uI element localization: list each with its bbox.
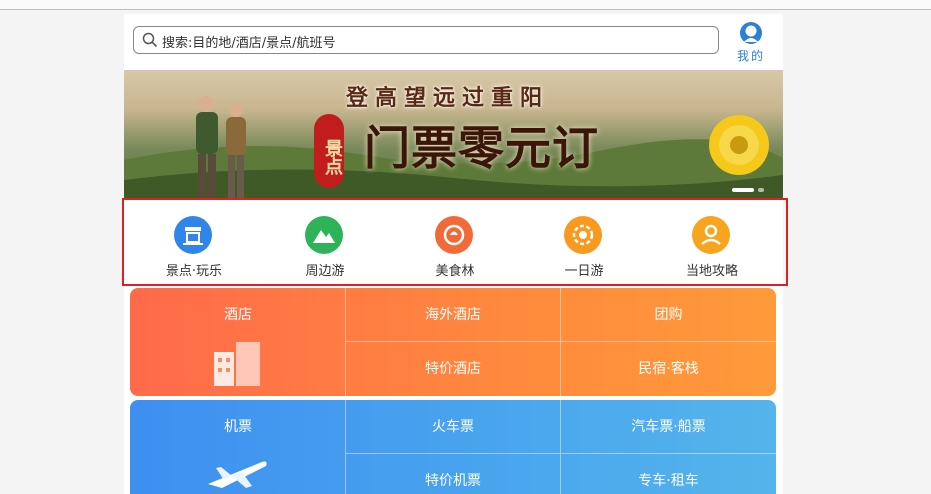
banner-title: 门票零元订: [364, 121, 599, 175]
highlight-box: [122, 198, 788, 286]
mine-label: 我的: [736, 49, 765, 63]
train-ticket-button[interactable]: 火车票: [346, 400, 561, 454]
chrysanthemum-illustration: [709, 115, 769, 175]
special-flight-button[interactable]: 特价机票: [346, 454, 561, 494]
search-input[interactable]: 搜索:目的地/酒店/景点/航班号: [133, 26, 719, 54]
hotel-button[interactable]: 酒店: [130, 288, 346, 396]
banner-subtitle: 登高望远过重阳: [346, 86, 550, 111]
user-avatar-icon: [740, 22, 762, 44]
header-bar: 搜索:目的地/酒店/景点/航班号 我的: [124, 14, 783, 70]
carousel-indicator: [758, 188, 764, 192]
hotel-label: 酒店: [224, 307, 252, 323]
hikers-illustration: [196, 96, 246, 198]
flight-button[interactable]: 机票: [130, 400, 346, 494]
search-icon: [142, 32, 158, 48]
flight-label: 机票: [224, 419, 252, 435]
bus-ship-ticket-button[interactable]: 汽车票·船票: [561, 400, 776, 454]
search-placeholder: 搜索:目的地/酒店/景点/航班号: [162, 36, 336, 51]
special-hotel-button[interactable]: 特价酒店: [346, 342, 561, 396]
overseas-hotel-button[interactable]: 海外酒店: [346, 288, 561, 342]
banner-tag: 景点: [314, 114, 344, 188]
transport-row: 机票 火车票 汽车票·船票 特价机票 专车·租车: [130, 400, 776, 494]
group-buy-button[interactable]: 团购: [561, 288, 776, 342]
carousel-indicator-active: [732, 188, 754, 192]
browser-top-border: [0, 0, 931, 10]
promo-banner[interactable]: 登高望远过重阳 景点 门票零元订: [124, 70, 783, 200]
car-rental-button[interactable]: 专车·租车: [561, 454, 776, 494]
hotel-building-icon: [214, 342, 260, 386]
airplane-icon: [208, 461, 267, 488]
hotel-row: 酒店 海外酒店 团购 特价酒店 民宿·客栈: [130, 288, 776, 396]
homestay-button[interactable]: 民宿·客栈: [561, 342, 776, 396]
mine-button[interactable]: 我的: [731, 21, 771, 67]
